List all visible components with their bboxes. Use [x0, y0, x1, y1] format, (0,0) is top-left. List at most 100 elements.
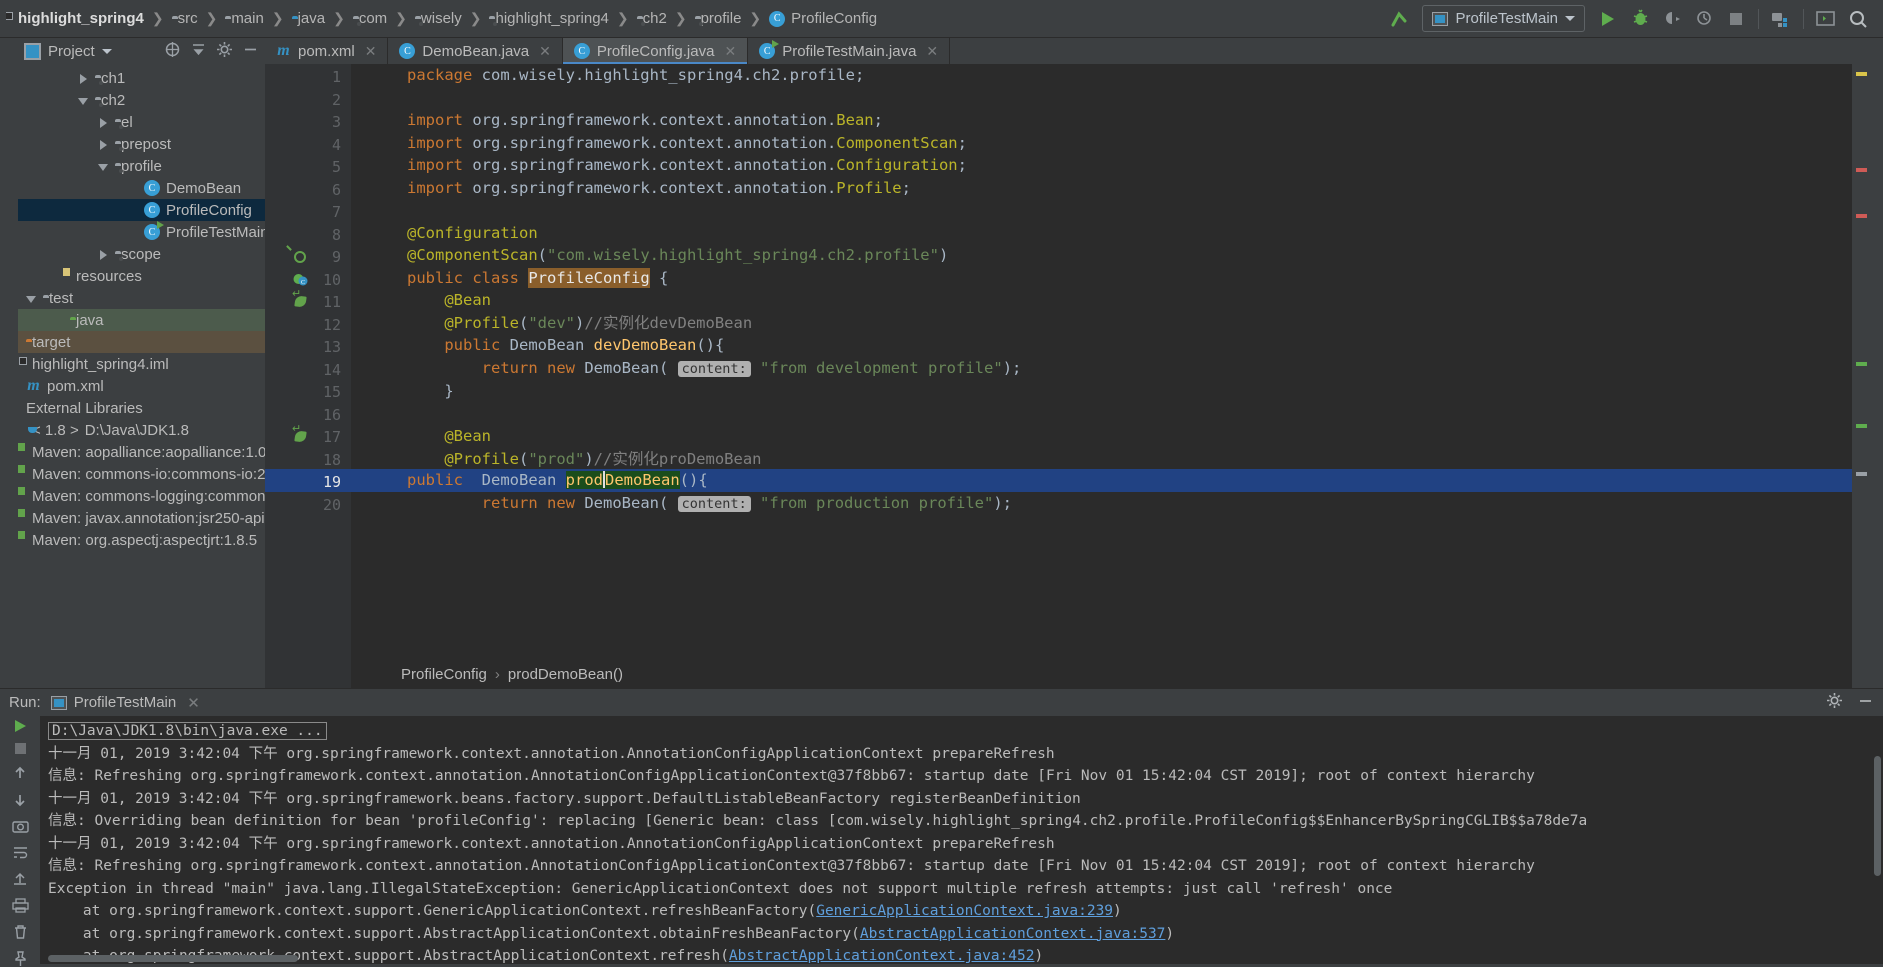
stack-link[interactable]: AbstractApplicationContext.java:537 [860, 926, 1166, 942]
stack-link[interactable]: GenericApplicationContext.java:239 [816, 903, 1113, 919]
breadcrumb-item-main[interactable]: main [219, 8, 270, 29]
tree-node-iml-file[interactable]: highlight_spring4.iml [18, 353, 265, 375]
breadcrumb-item-com[interactable]: com [347, 8, 393, 29]
source-code-line-20[interactable]: return new DemoBean( content: "from prod… [407, 492, 1012, 516]
tree-node-ch1[interactable]: ch1 [18, 67, 265, 89]
run-with-coverage-button[interactable] [1657, 5, 1687, 33]
terminal-button[interactable] [1811, 5, 1841, 33]
project-panel-title[interactable]: Project [24, 42, 112, 60]
breadcrumb-item-profileconfig[interactable]: C ProfileConfig [763, 8, 883, 29]
caret-position-marker[interactable] [1856, 472, 1867, 476]
error-marker[interactable] [1856, 168, 1867, 172]
close-icon[interactable]: ✕ [187, 694, 200, 712]
tree-node-demobean[interactable]: C DemoBean [18, 177, 265, 199]
stop-button[interactable] [1721, 5, 1751, 33]
tree-node-target[interactable]: target [18, 331, 265, 353]
stop-icon[interactable] [9, 743, 31, 754]
editor-breadcrumb[interactable]: ProfileConfig › prodDemoBean() [351, 660, 1852, 688]
run-configuration-selector[interactable]: ProfileTestMain [1422, 5, 1585, 32]
breadcrumb-item-highlight-spring4[interactable]: highlight_spring4 [483, 8, 614, 29]
tab-pom-xml[interactable]: m pom.xml ✕ [265, 38, 389, 64]
close-icon[interactable]: ✕ [724, 43, 736, 60]
console-vertical-scrollbar[interactable] [1874, 756, 1881, 876]
chevron-down-icon[interactable] [98, 161, 109, 172]
pin-icon[interactable] [9, 951, 31, 967]
stack-link[interactable]: AbstractApplicationContext.java:452 [729, 948, 1035, 964]
run-button[interactable] [1593, 5, 1623, 33]
close-icon[interactable]: ✕ [926, 43, 938, 60]
tree-node-prepost[interactable]: prepost [18, 133, 265, 155]
tree-node-profile[interactable]: profile [18, 155, 265, 177]
build-button[interactable] [1384, 5, 1414, 33]
rerun-icon[interactable] [9, 720, 31, 732]
chevron-right-icon[interactable] [98, 117, 109, 128]
tree-node-maven-library[interactable]: Maven: javax.annotation:jsr250-api:1. [18, 507, 265, 529]
close-icon[interactable]: ✕ [539, 43, 551, 60]
source-code-line-19[interactable]: public DemoBean prod DemoBean(){ [407, 469, 708, 492]
search-button[interactable] [1843, 5, 1873, 33]
hide-icon[interactable] [242, 41, 259, 62]
run-tab-profiletestmain[interactable]: ProfileTestMain ✕ [50, 694, 200, 712]
chevron-down-icon[interactable] [26, 293, 37, 304]
console-output[interactable]: D:\Java\JDK1.8\bin\java.exe ... 十一月 01, … [40, 716, 1883, 964]
editor-gutter[interactable]: 1 2 3 4 5 6 7 8 9 10 11 12 13 14 15 16 1 [265, 64, 351, 688]
project-structure-button[interactable] [1766, 5, 1796, 33]
camera-icon[interactable] [9, 819, 31, 834]
export-icon[interactable] [9, 871, 31, 887]
tree-node-scope[interactable]: scope [18, 243, 265, 265]
tree-node-resources[interactable]: resources [18, 265, 265, 287]
tree-node-maven-library[interactable]: Maven: aopalliance:aopalliance:1.0 [18, 441, 265, 463]
tree-node-test-java[interactable]: java [18, 309, 265, 331]
debug-button[interactable] [1625, 5, 1655, 33]
editor-marker-rail[interactable] [1852, 64, 1869, 688]
profile-button[interactable] [1689, 5, 1719, 33]
tree-node-profileconfig[interactable]: C ProfileConfig [18, 199, 265, 221]
tree-node-maven-library[interactable]: Maven: commons-logging:commons- [18, 485, 265, 507]
editor-area[interactable]: 1 2 3 4 5 6 7 8 9 10 11 12 13 14 15 16 1 [265, 64, 1869, 688]
locate-icon[interactable] [164, 41, 181, 62]
collapse-all-icon[interactable] [190, 41, 207, 62]
breadcrumb-method-label[interactable]: prodDemoBean() [508, 666, 623, 683]
tab-profiletestmain-java[interactable]: C ProfileTestMain.java ✕ [748, 38, 951, 64]
breadcrumb-item-wisely[interactable]: wisely [409, 8, 468, 29]
tree-node-el[interactable]: el [18, 111, 265, 133]
breadcrumb-item-java[interactable]: java [286, 8, 332, 29]
tree-node-maven-library[interactable]: Maven: commons-io:commons-io:2.3 [18, 463, 265, 485]
chevron-down-icon[interactable] [78, 95, 89, 106]
breadcrumb-item-profile[interactable]: profile [689, 8, 748, 29]
code-canvas[interactable]: ⊟ ⊟ ⊟ ⊟ ⊟ ⊟ ⊟ ⊟ ⊟ ⊟ package com.wisely.h… [351, 64, 1852, 688]
tree-node-ch2[interactable]: ch2 [18, 89, 265, 111]
gear-icon[interactable] [1826, 692, 1843, 713]
console-horizontal-scrollbar[interactable] [48, 955, 298, 962]
tab-profileconfig-java[interactable]: C ProfileConfig.java ✕ [562, 38, 749, 64]
soft-wrap-icon[interactable] [9, 845, 31, 860]
info-marker[interactable] [1856, 362, 1867, 366]
print-icon[interactable] [9, 898, 31, 913]
source-code[interactable]: package com.wisely.highlight_spring4.ch2… [407, 64, 1021, 470]
tab-demobean-java[interactable]: C DemoBean.java ✕ [388, 38, 563, 64]
breadcrumb-item-ch2[interactable]: ch2 [631, 8, 673, 29]
project-tree[interactable]: ch1 ch2 el prepost profile C DemoBean C … [18, 64, 265, 688]
close-icon[interactable]: ✕ [365, 43, 377, 60]
run-class-icon[interactable]: C [293, 272, 308, 287]
clear-all-icon[interactable] [9, 924, 31, 940]
chevron-right-icon[interactable] [98, 249, 109, 260]
tree-node-external-libraries[interactable]: External Libraries [18, 397, 265, 419]
chevron-right-icon[interactable] [98, 139, 109, 150]
tree-node-maven-library[interactable]: Maven: org.aspectj:aspectjrt:1.8.5 [18, 529, 265, 551]
breadcrumb-item-src[interactable]: src [166, 8, 204, 29]
breadcrumb-class-label[interactable]: ProfileConfig [401, 666, 487, 683]
scroll-up-icon[interactable] [9, 765, 31, 781]
tree-node-test[interactable]: test [18, 287, 265, 309]
chevron-right-icon[interactable] [78, 73, 89, 84]
tree-node-profiletestmain[interactable]: C ProfileTestMain [18, 221, 265, 243]
error-marker[interactable] [1856, 214, 1867, 218]
tree-node-pom-xml[interactable]: m pom.xml [18, 375, 265, 397]
minimize-icon[interactable] [1857, 692, 1874, 713]
gear-icon[interactable] [216, 41, 233, 62]
scroll-down-icon[interactable] [9, 792, 31, 808]
info-marker[interactable] [1856, 424, 1867, 428]
warning-marker[interactable] [1856, 72, 1867, 76]
tree-node-jdk[interactable]: < 1.8 > D:\Java\JDK1.8 [18, 419, 265, 441]
breadcrumb-item-project[interactable]: highlight_spring4 [6, 8, 150, 29]
